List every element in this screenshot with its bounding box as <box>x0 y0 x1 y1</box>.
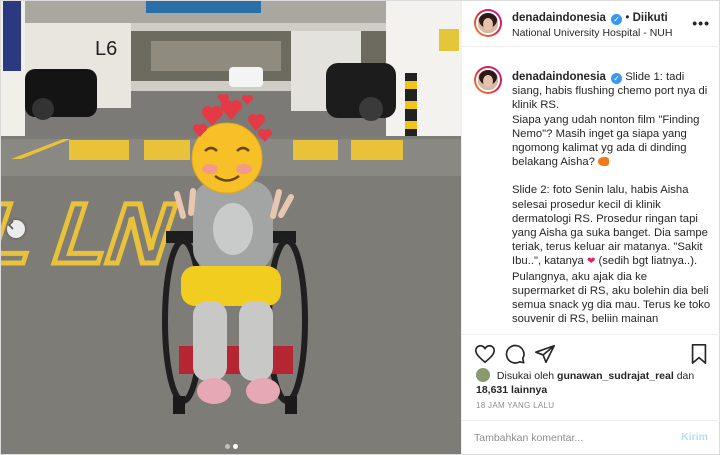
comment-bar: Kirim <box>462 420 720 454</box>
liker-avatar <box>476 368 490 382</box>
heart-emoji-icon: ❤ <box>586 256 596 268</box>
likes-count-link[interactable]: 18,631 lainnya <box>476 384 547 396</box>
avatar-image <box>476 68 500 92</box>
level-sign: L6 <box>95 38 117 60</box>
like-button[interactable] <box>474 343 496 365</box>
caption-avatar[interactable] <box>474 66 502 94</box>
heart-icon <box>475 344 495 364</box>
share-button[interactable] <box>534 343 556 365</box>
location-link[interactable]: National University Hospital - NUH <box>512 27 672 39</box>
post-comment-button[interactable]: Kirim <box>681 431 708 443</box>
carousel-dot-active <box>233 444 238 449</box>
comment-button[interactable] <box>504 343 526 365</box>
carousel-dot <box>225 444 230 449</box>
post-photo[interactable]: L6 SL LN <box>1 1 461 454</box>
more-options-button[interactable]: ••• <box>692 15 710 31</box>
carousel-indicator <box>225 444 238 449</box>
fish-emoji-icon <box>598 157 610 167</box>
floor-marking: SL LN <box>1 185 188 281</box>
username-link[interactable]: denadaindonesia <box>512 12 606 24</box>
comment-icon <box>505 344 525 364</box>
caption-username-link[interactable]: denadaindonesia <box>512 71 606 83</box>
post-actions: Disukai oleh gunawan_sudrajat_real dan 1… <box>462 334 720 434</box>
verified-icon: ✓ <box>611 14 623 25</box>
liker-username-link[interactable]: gunawan_sudrajat_real <box>557 370 674 382</box>
previous-slide-button[interactable] <box>7 220 25 238</box>
parking-lot-scene: L6 SL LN <box>1 1 461 454</box>
post-header: denadaindonesia ✓ • Diikuti National Uni… <box>462 1 720 47</box>
caption-paragraph-3-tail: (sedih bgt liatnya..). <box>598 255 698 268</box>
header-title-row: denadaindonesia ✓ • Diikuti <box>512 12 668 25</box>
bookmark-icon <box>691 344 707 364</box>
avatar-image <box>476 11 500 35</box>
caption-paragraph-4: Pulangnya, aku ajak dia ke supermarket d… <box>512 270 711 326</box>
verified-icon: ✓ <box>611 73 623 84</box>
comment-input[interactable] <box>474 429 664 447</box>
post-timestamp[interactable]: 18 JAM YANG LALU <box>476 401 554 410</box>
caption-section: denadaindonesia ✓ Slide 1: tadi siang, h… <box>462 48 720 334</box>
share-icon <box>535 344 555 364</box>
likes-summary: Disukai oleh gunawan_sudrajat_real dan 1… <box>476 368 711 397</box>
chevron-left-icon <box>7 220 14 230</box>
separator-dot: • <box>625 12 630 24</box>
avatar[interactable] <box>474 9 502 37</box>
follow-status-button[interactable]: Diikuti <box>633 12 668 24</box>
post-sidebar: denadaindonesia ✓ • Diikuti National Uni… <box>461 1 720 454</box>
caption-text: denadaindonesia ✓ Slide 1: tadi siang, h… <box>512 70 712 326</box>
likes-prefix: Disukai oleh <box>496 370 555 382</box>
save-button[interactable] <box>688 343 710 365</box>
likes-and: dan <box>676 370 695 382</box>
more-icon: ••• <box>692 15 710 31</box>
